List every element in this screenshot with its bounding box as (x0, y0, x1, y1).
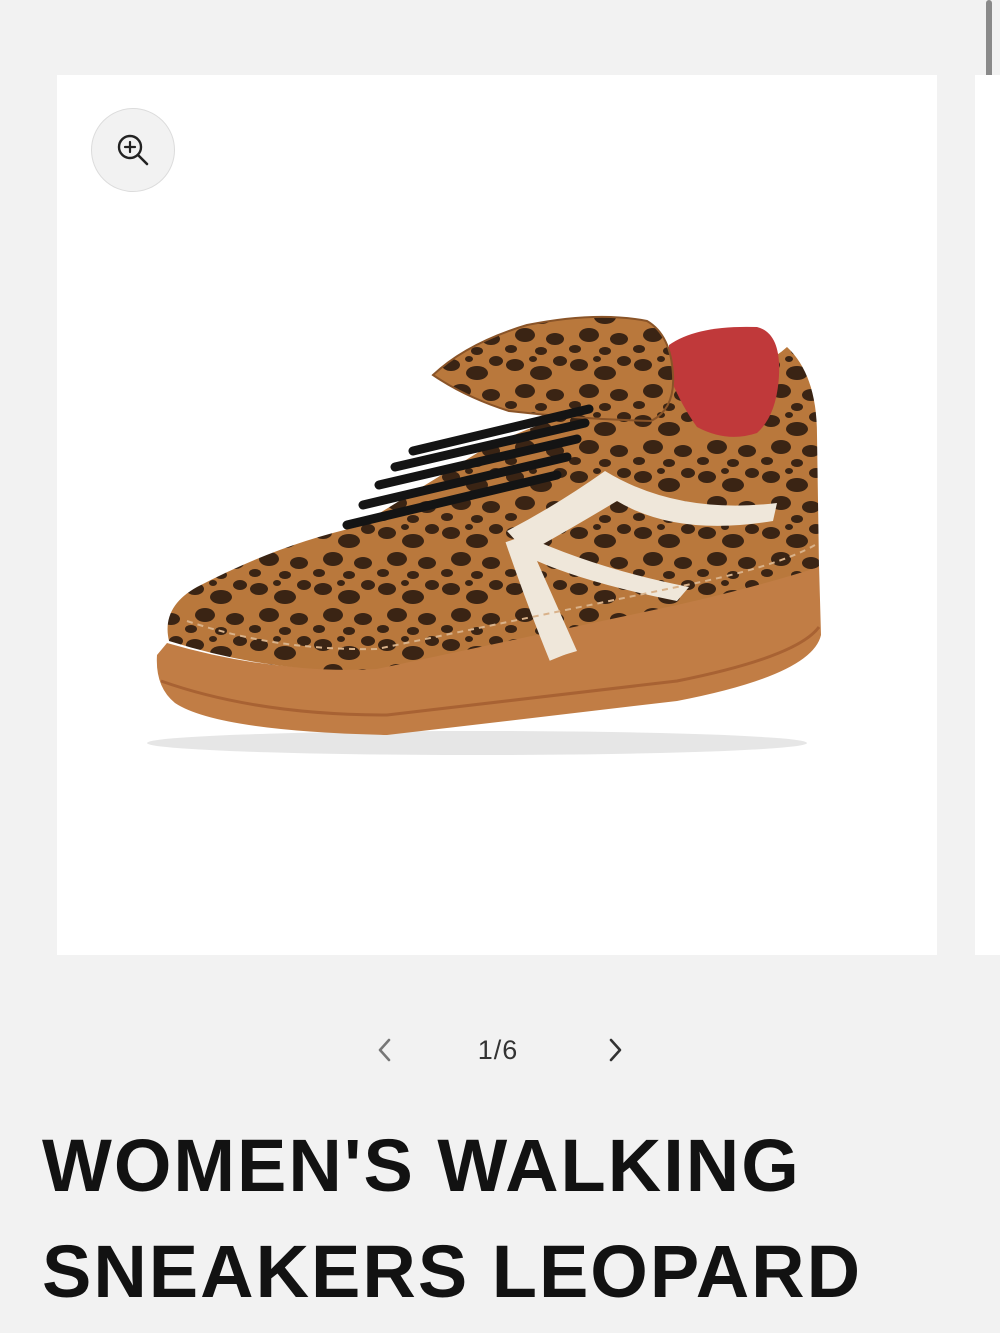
product-image (147, 315, 821, 755)
product-title: WOMEN'S WALKING SNEAKERS LEOPARD (42, 1124, 863, 1313)
next-slide-button[interactable] (598, 1033, 632, 1067)
chevron-right-icon (609, 1038, 622, 1062)
zoom-in-icon (117, 134, 149, 166)
gallery-pagination: 1/6 (0, 1025, 1000, 1075)
product-page: 1/6 WOMEN'S WALKING SNEAKERS LEOPARD (0, 0, 1000, 1333)
slide-counter: 1/6 (477, 1035, 519, 1065)
chevron-left-icon (378, 1038, 391, 1062)
zoom-button[interactable] (91, 108, 175, 192)
scrollbar-thumb[interactable] (986, 0, 992, 84)
product-media-slide[interactable] (57, 75, 937, 955)
next-media-slide-peek[interactable] (975, 75, 1000, 955)
previous-slide-button[interactable] (368, 1033, 402, 1067)
